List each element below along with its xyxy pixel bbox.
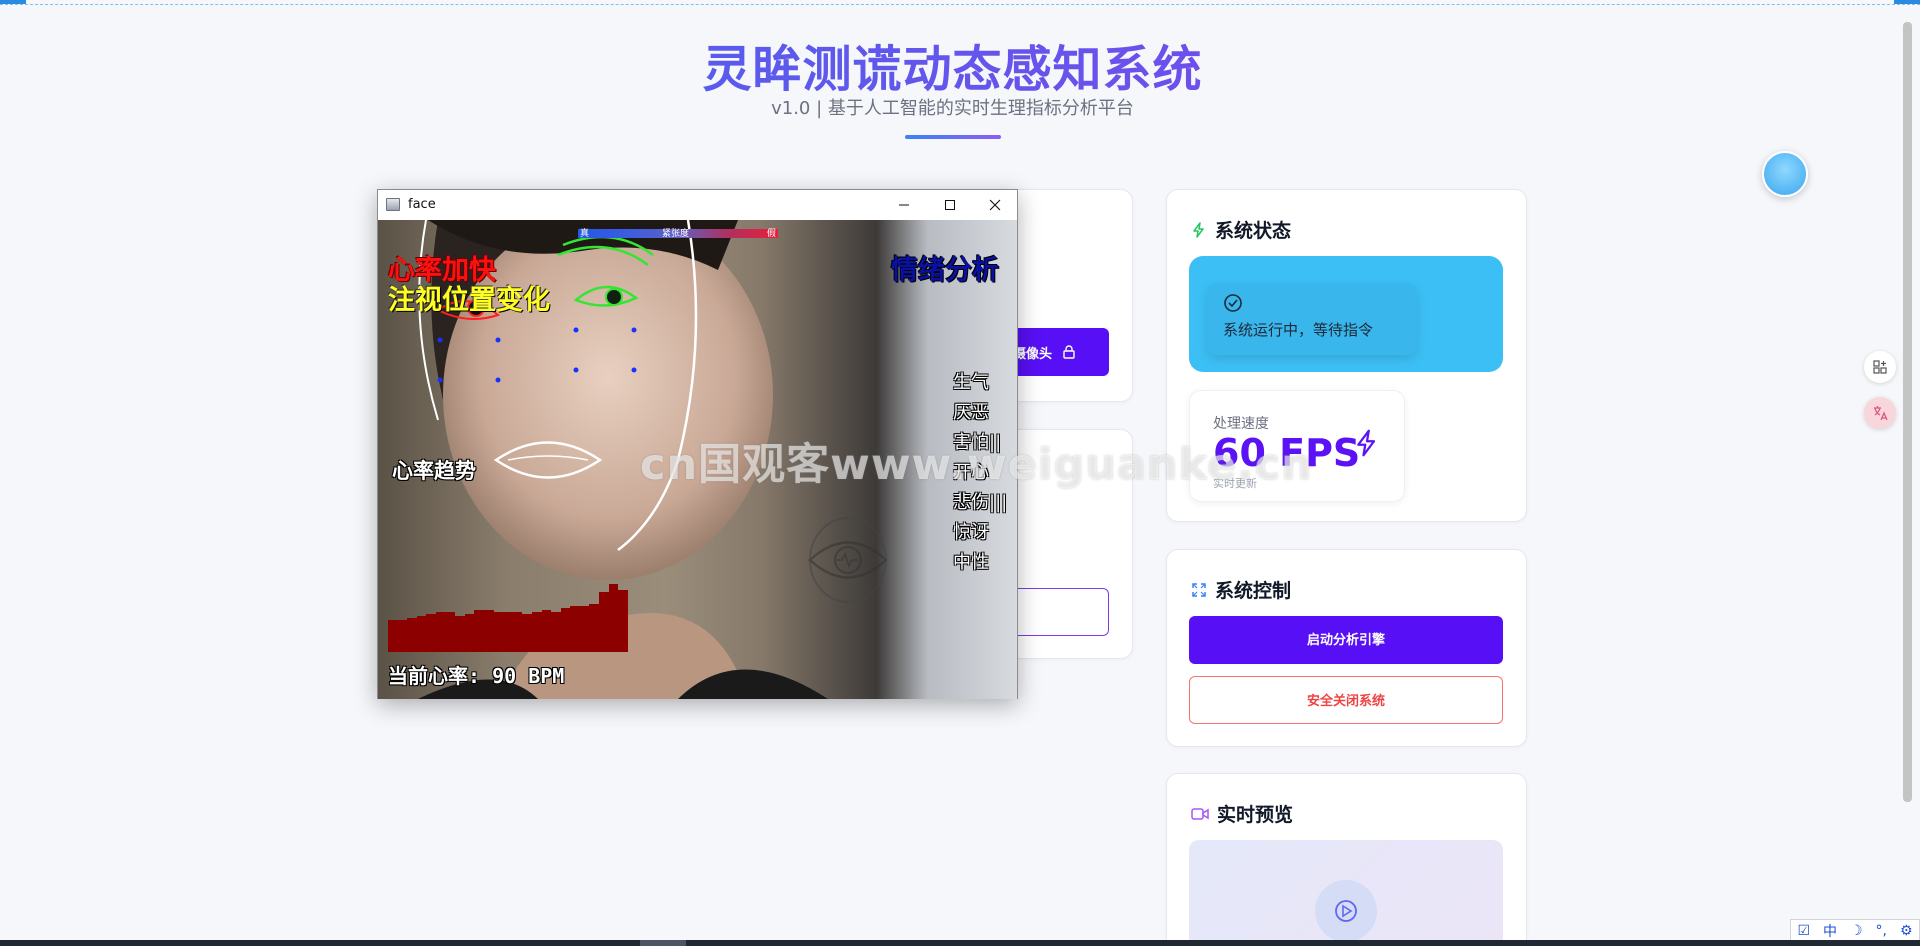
grid-plus-icon	[1873, 360, 1887, 374]
preview-card-header: 实时预览	[1191, 800, 1293, 827]
taskbar-strip	[0, 940, 1920, 946]
punctuation-icon[interactable]: °,	[1876, 923, 1887, 939]
close-button[interactable]	[972, 190, 1018, 220]
open-camera-label: 摄像头	[1013, 346, 1053, 362]
current-heart-rate: 当前心率: 90 BPM	[388, 664, 565, 688]
emotion-title: 情绪分析	[891, 255, 999, 286]
top-bar-accent-right	[1894, 0, 1920, 4]
meter-right-label: 假	[766, 229, 776, 239]
video-icon	[1191, 807, 1209, 821]
hr-trend-bar	[560, 608, 571, 652]
hr-trend-bar	[541, 610, 552, 652]
bolt-icon	[1353, 429, 1381, 457]
hr-trend-bar	[445, 612, 456, 652]
title-underline	[905, 135, 1001, 139]
hr-trend-bar	[579, 605, 590, 652]
play-button[interactable]	[1315, 880, 1377, 942]
bolt-icon	[1191, 221, 1207, 238]
status-card-header: 系统状态	[1191, 216, 1291, 243]
expand-icon	[1191, 582, 1207, 598]
hr-trend-bar	[551, 612, 561, 652]
ime-language[interactable]: 中	[1823, 921, 1837, 941]
floating-assistant-ball[interactable]	[1762, 151, 1808, 197]
meter-left-label: 真	[580, 229, 590, 239]
play-circle-icon	[1333, 898, 1359, 924]
tension-meter: 真 紧张度 假	[578, 229, 778, 239]
translate-icon	[1874, 406, 1888, 421]
gear-icon[interactable]: ⚙	[1900, 923, 1913, 939]
status-message-box: 系统运行中，等待指令	[1189, 256, 1503, 372]
page-subtitle: v1.0 | 基于人工智能的实时生理指标分析平台	[771, 98, 1134, 119]
face-window-titlebar[interactable]: face	[378, 190, 1017, 220]
hr-trend-chart	[388, 572, 628, 652]
hr-trend-bar	[388, 620, 398, 652]
page-title: 灵眸测谎动态感知系统	[0, 30, 1905, 101]
emotion-item: 惊讶	[953, 522, 989, 543]
shutdown-button[interactable]: 安全关闭系统	[1189, 676, 1503, 724]
hr-trend-bar	[570, 605, 580, 652]
status-message: 系统运行中，等待指令	[1223, 321, 1374, 339]
hr-trend-bar	[512, 612, 523, 652]
minimize-icon	[899, 204, 909, 206]
eye-logo-icon	[808, 517, 888, 603]
hr-trend-label: 心率趋势	[392, 459, 476, 483]
gaze-alert: 注视位置变化	[388, 285, 550, 316]
minimize-button[interactable]	[881, 190, 927, 220]
start-engine-button[interactable]: 启动分析引擎	[1189, 616, 1503, 664]
emotion-item: 中性	[953, 552, 989, 573]
hr-trend-bar	[589, 604, 600, 652]
hr-trend-bar	[618, 589, 628, 652]
secondary-outline-button[interactable]	[1003, 588, 1109, 636]
hr-trend-bar	[474, 610, 484, 652]
control-card-header: 系统控制	[1191, 576, 1291, 603]
status-card-title: 系统状态	[1215, 220, 1292, 242]
top-bar-accent-left	[0, 0, 26, 4]
hr-trend-bar	[426, 613, 436, 652]
taskbar-item[interactable]	[640, 940, 686, 946]
top-loading-bar	[0, 0, 1920, 5]
ime-settings-icon[interactable]: ☑	[1797, 923, 1810, 939]
hr-trend-bar	[503, 612, 513, 652]
emotion-item: 悲伤|||	[953, 492, 1008, 513]
page-scrollbar[interactable]	[1903, 22, 1912, 802]
preview-area	[1189, 840, 1503, 946]
lock-icon	[1062, 345, 1076, 359]
hr-trend-bar	[435, 612, 446, 652]
live-preview-card: 实时预览	[1166, 773, 1527, 946]
status-message-chip: 系统运行中，等待指令	[1207, 283, 1417, 355]
watermark: cn国观客www.weiguanke.cn	[640, 440, 1313, 490]
control-card-title: 系统控制	[1215, 580, 1292, 602]
hr-trend-bar	[531, 612, 542, 652]
face-window-title: face	[408, 197, 436, 212]
app-icon	[386, 198, 400, 211]
hr-trend-bar	[397, 620, 408, 652]
close-icon	[989, 199, 1001, 211]
hr-trend-bar	[464, 613, 475, 652]
open-camera-button[interactable]: 摄像头	[1003, 328, 1109, 376]
preview-card-title: 实时预览	[1217, 804, 1294, 826]
maximize-button[interactable]	[927, 190, 973, 220]
hr-trend-bar	[608, 584, 619, 652]
system-control-card: 系统控制 启动分析引擎 安全关闭系统	[1166, 549, 1527, 747]
side-tool-button[interactable]	[1864, 351, 1896, 383]
meter-mid-label: 紧张度	[662, 229, 690, 239]
hr-trend-bar	[483, 610, 494, 652]
hr-trend-bar	[455, 616, 465, 652]
check-circle-icon	[1223, 293, 1401, 313]
hr-trend-bar	[416, 616, 427, 652]
moon-icon[interactable]: ☽	[1850, 923, 1863, 939]
hr-trend-bar	[493, 612, 504, 652]
maximize-icon	[945, 200, 955, 210]
translate-button[interactable]	[1864, 397, 1896, 429]
hr-trend-bar	[599, 592, 609, 652]
emotion-item: 生气	[953, 372, 989, 393]
hr-trend-bar	[407, 618, 417, 652]
ime-toolbar[interactable]: ☑ 中 ☽ °, ⚙	[1790, 919, 1920, 942]
emotion-item: 厌恶	[953, 402, 989, 423]
hr-trend-bar	[522, 613, 532, 652]
